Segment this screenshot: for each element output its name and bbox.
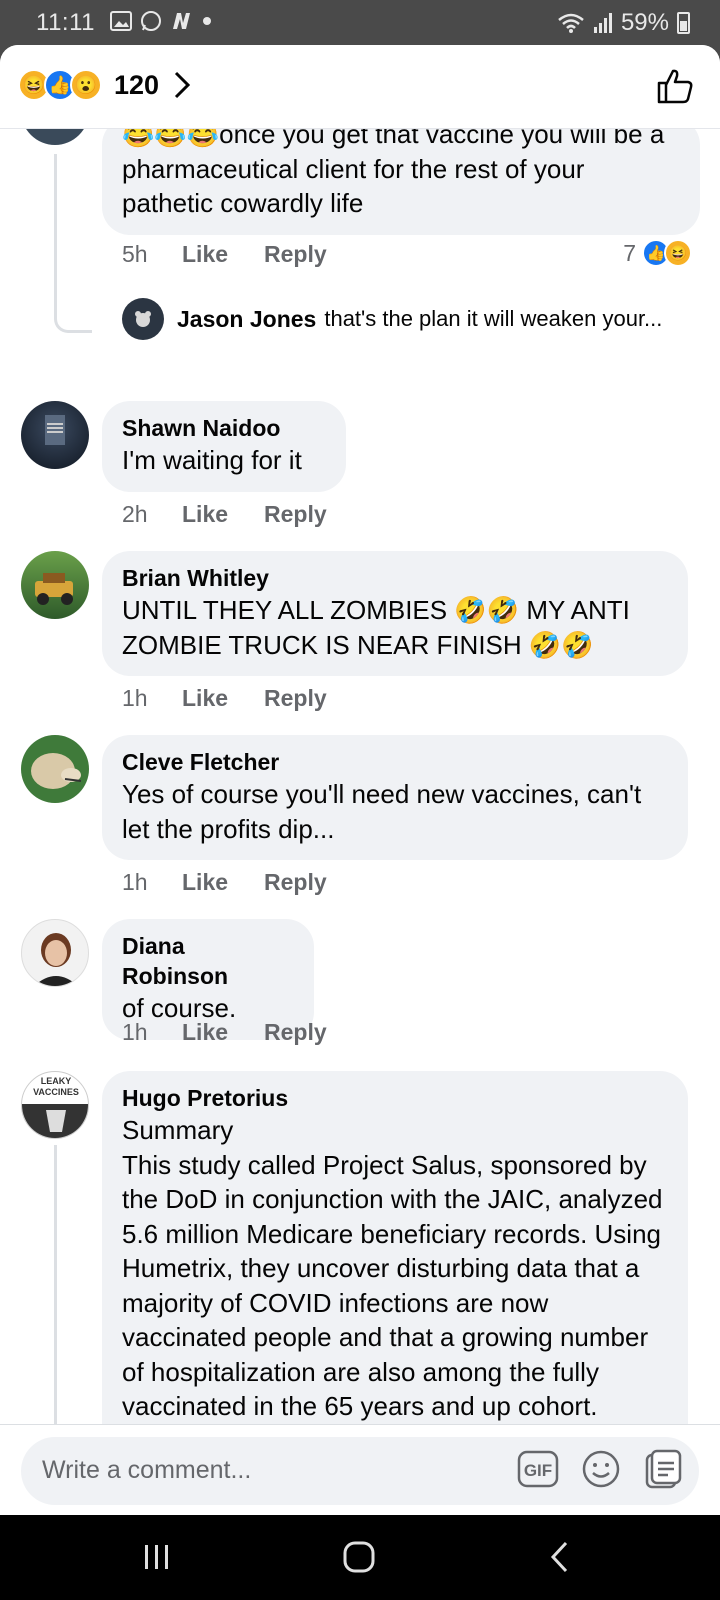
wifi-icon [558,13,584,33]
avatar-image [22,1104,88,1138]
reply-link[interactable]: Reply [264,869,327,896]
avatar-image [31,753,82,789]
status-bar: 11:11 59% [0,0,720,46]
reply-link[interactable]: Reply [264,685,327,712]
sticker-icon[interactable] [643,1449,683,1489]
comment-actions: 1h Like Reply [122,1019,327,1046]
reply-link[interactable]: Reply [264,241,327,268]
like-link[interactable]: Like [182,241,264,268]
comment-text: MY ANTI [526,595,630,625]
comment-input[interactable]: Write a comment... GIF [21,1437,699,1505]
comment-composer: Write a comment... GIF [0,1424,720,1515]
avatar-image [45,415,65,445]
laughing-emoji: 😂😂😂 [122,129,220,149]
comment-actions: 2h Like Reply [122,501,327,528]
comment-text: UNTIL THEY ALL ZOMBIES [122,595,448,625]
reply-avatar [122,298,164,340]
comment-text: I'm waiting for it [122,445,302,475]
comment-text: This study called Project Salus, sponsor… [122,1149,663,1422]
thread-line [54,1145,57,1469]
thread-line [54,154,57,314]
signal-icon [593,13,612,33]
thread-connector [54,311,92,333]
comment-text: ZOMBIE TRUCK IS NEAR FINISH [122,629,522,660]
reaction-count: 120 [114,69,160,100]
system-nav-bar [0,1515,720,1600]
comment-author[interactable]: Hugo Pretorius [122,1083,668,1113]
comment-bubble: Brian Whitley UNTIL THEY ALL ZOMBIES 🤣🤣 … [102,551,688,676]
comment-time: 5h [122,241,148,267]
comment-author[interactable]: Shawn Naidoo [122,413,326,443]
comment-time: 1h [122,869,148,895]
like-button-icon[interactable] [656,67,694,105]
comment-text-title: Summary [122,1115,234,1145]
comment-author[interactable]: Diana Robinson [122,931,294,991]
comments-sheet: 😆 👍 😮 120 😂😂😂once you get that vaccine y… [0,45,720,1515]
comment-actions: 5h Like Reply [122,241,327,268]
home-icon[interactable] [342,1540,376,1574]
comment-text: Yes of course you'll need new vaccines, … [122,779,642,844]
comment-reactions[interactable]: 7 👍 😆 [623,239,692,267]
comment-time: 2h [122,501,148,527]
like-link[interactable]: Like [182,869,264,896]
status-right: 59% [557,9,690,37]
comment-author[interactable]: Brian Whitley [122,563,668,593]
comment-time: 1h [122,1019,148,1045]
comment-reaction-count: 7 [623,239,636,266]
bear-icon [135,311,151,327]
battery-percent: 59% [620,9,669,36]
comment-bubble: Hugo Pretorius Summary This study called… [102,1071,688,1469]
comment-bubble: 😂😂😂once you get that vaccine you will be… [102,129,700,235]
comment-bubble: Shawn Naidoo I'm waiting for it [102,401,346,492]
avatar-image [35,573,73,605]
battery-icon [677,12,690,34]
comment-author[interactable]: Cleve Fletcher [122,747,668,777]
gif-label: GIF [524,1461,552,1480]
reply-link[interactable]: Reply [264,501,327,528]
comment-actions: 1h Like Reply [122,869,327,896]
gallery-notification-icon [110,11,132,31]
reactions-header: 😆 👍 😮 120 [0,45,720,129]
avatar[interactable] [21,401,89,469]
notification-icons [110,10,212,32]
comment-actions: 1h Like Reply [122,685,327,712]
like-link[interactable]: Like [182,685,264,712]
reply-preview[interactable]: Jason Jones that's the plan it will weak… [122,297,702,341]
rofl-emoji: 🤣🤣 [528,629,594,660]
reply-text: that's the plan it will weaken your... [324,306,663,331]
comment-bubble: Cleve Fletcher Yes of course you'll need… [102,735,688,860]
avatar[interactable] [21,919,89,987]
dot-icon [203,17,211,25]
like-link[interactable]: Like [182,1019,264,1046]
like-link[interactable]: Like [182,501,264,528]
avatar[interactable] [21,129,89,145]
reactions-summary[interactable]: 😆 👍 😮 120 [18,69,159,101]
wow-reaction-icon: 😮 [70,69,102,101]
avatar[interactable] [21,735,89,803]
comment-placeholder: Write a comment... [42,1456,252,1484]
whatsapp-notification-icon [141,11,161,31]
haha-reaction-icon: 😆 [664,239,692,267]
comment-list: 😂😂😂once you get that vaccine you will be… [0,129,720,1469]
recent-apps-icon[interactable] [142,1542,172,1572]
chevron-right-icon[interactable] [174,71,190,99]
comment-time: 1h [122,685,148,711]
emoji-icon[interactable] [581,1449,621,1489]
status-time: 11:11 [36,9,95,36]
gif-icon[interactable]: GIF [517,1450,559,1488]
reply-link[interactable]: Reply [264,1019,327,1046]
avatar-image [34,933,78,986]
reply-author: Jason Jones [177,305,317,332]
avatar[interactable]: LEAKY VACCINES [21,1071,89,1139]
avatar[interactable] [21,551,89,619]
news-notification-icon [173,13,190,29]
composer-icons: GIF [517,1449,683,1489]
back-icon[interactable] [548,1540,570,1574]
rofl-emoji: 🤣🤣 [454,595,520,625]
